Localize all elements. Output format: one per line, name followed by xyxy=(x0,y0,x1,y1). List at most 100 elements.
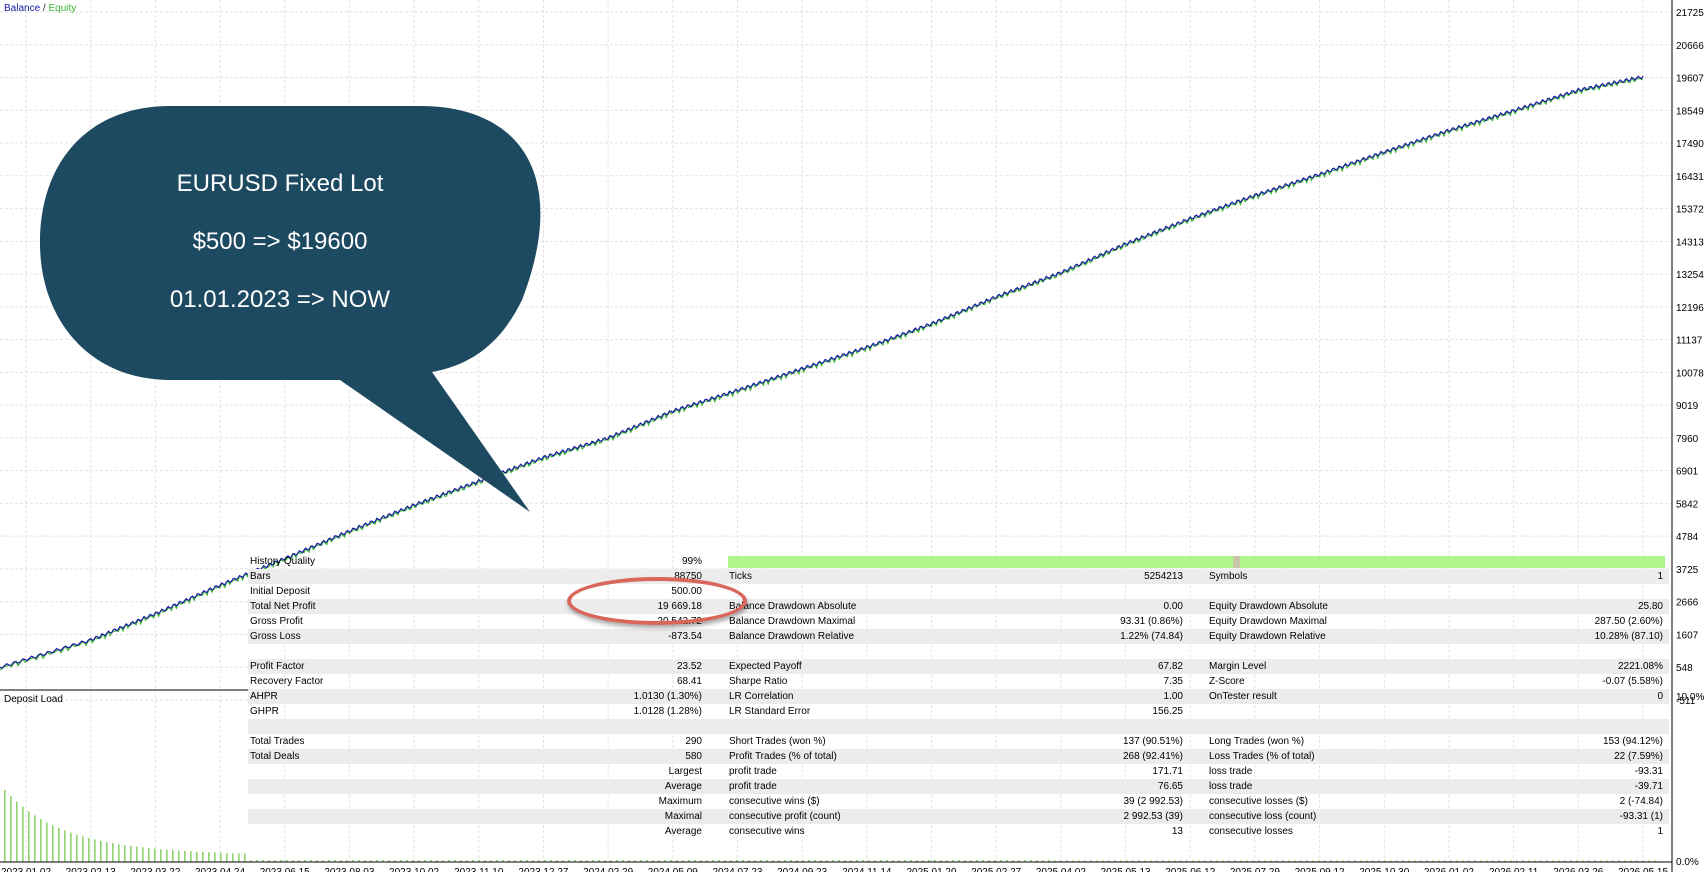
x-tick-label: 2025.09.12 xyxy=(1295,867,1345,872)
y-tick-label: 1607 xyxy=(1676,630,1699,641)
report-value-col3: 1 xyxy=(1657,571,1663,582)
report-value-col3: 10.28% (87.10) xyxy=(1594,631,1663,642)
x-tick-label: 2023.12.27 xyxy=(518,867,568,872)
deposit-load-bar xyxy=(142,847,144,862)
report-value-col2: 137 (90.51%) xyxy=(1122,736,1183,747)
report-row: Maximal consecutive profit (count) 2 992.5… xyxy=(248,809,1669,824)
report-value-col3: 2221.08% xyxy=(1617,661,1663,672)
report-row: Profit Factor 23.52 Expected Payoff 67.82 Ma… xyxy=(248,659,1669,674)
chart-legend: Balance / Equity xyxy=(4,3,76,14)
deposit-load-bar xyxy=(4,790,6,862)
deposit-load-bar xyxy=(46,822,48,862)
deposit-load-bar xyxy=(202,851,204,862)
report-value-col3: 22 (7.59%) xyxy=(1614,751,1663,762)
report-label-col3: OnTester result xyxy=(1209,691,1277,702)
report-value-col1: Average xyxy=(664,826,702,837)
deposit-load-bar xyxy=(178,850,180,862)
deposit-load-bar xyxy=(40,819,42,862)
deposit-load-bar xyxy=(196,851,198,862)
x-tick-label: 2026.03.26 xyxy=(1553,867,1603,872)
report-label-col3: Equity Drawdown Absolute xyxy=(1209,601,1328,612)
deposit-load-bar xyxy=(154,848,156,862)
report-label-col3: Equity Drawdown Maximal xyxy=(1209,616,1327,627)
y-tick-label: 6901 xyxy=(1676,467,1699,478)
report-label-col1: Initial Deposit xyxy=(250,586,311,597)
report-value-col3: 1 xyxy=(1657,826,1663,837)
deposit-load-bar xyxy=(214,852,216,862)
x-tick-label: 2025.02.27 xyxy=(971,867,1021,872)
report-label-col1: Profit Factor xyxy=(250,661,305,672)
y-tick-label: 16431 xyxy=(1676,172,1704,183)
y-tick-label: 15372 xyxy=(1676,205,1704,216)
report-value-col3: 25.80 xyxy=(1637,601,1663,612)
highlight-oval xyxy=(567,577,747,625)
y-tick-label: 20666 xyxy=(1676,41,1704,52)
report-row: GHPR 1.0128 (1.28%) LR Standard Error 156.2… xyxy=(248,704,1669,719)
x-tick-label: 2025.06.12 xyxy=(1165,867,1215,872)
y-tick-label: 18549 xyxy=(1676,106,1704,117)
report-row: Total Deals 580 Profit Trades (% of total)… xyxy=(248,749,1669,764)
y-tick-label: 7960 xyxy=(1676,434,1699,445)
y-tick-label: 10078 xyxy=(1676,368,1704,379)
report-label-col1: Total Deals xyxy=(250,751,300,762)
report-value-col1: -873.54 xyxy=(668,631,702,642)
x-tick-label: 2023.02.13 xyxy=(66,867,116,872)
legend-separator: / xyxy=(42,3,46,14)
callout-text: EURUSD Fixed Lot $500 => $19600 01.01.20… xyxy=(40,108,520,378)
deposit-load-bar xyxy=(166,849,168,862)
deposit-load-bar xyxy=(100,840,102,862)
report-label-col2: profit trade xyxy=(729,781,777,792)
report-row: Recovery Factor 68.41 Sharpe Ratio 7.35 Z-Sc… xyxy=(248,674,1669,689)
deposit-load-bar xyxy=(22,806,24,862)
y-tick-label: 4784 xyxy=(1676,532,1699,543)
x-tick-label: 2025.10.30 xyxy=(1359,867,1409,872)
legend-equity: Equity xyxy=(48,3,77,14)
report-label-col3: consecutive losses xyxy=(1209,826,1293,837)
report-value-col1: Largest xyxy=(668,766,702,777)
report-row: AHPR 1.0130 (1.30%) LR Correlation 1.00 OnTe… xyxy=(248,689,1669,704)
deposit-load-bar xyxy=(28,811,30,862)
deposit-load-bar xyxy=(190,851,192,862)
report-label-col1: Gross Loss xyxy=(250,631,301,642)
report-label-col2: profit trade xyxy=(729,766,777,777)
x-tick-label: 2023.10.02 xyxy=(389,867,439,872)
report-row: Gross Loss -873.54 Balance Drawdown Relati… xyxy=(248,629,1669,644)
deposit-load-bar xyxy=(124,845,126,862)
report-label-col1: Total Net Profit xyxy=(250,601,316,612)
report-table: History Quality 99% Bars 88750 Ticks 525421… xyxy=(248,554,1669,839)
report-value-col2: 171.71 xyxy=(1152,766,1183,777)
deposit-load-label: Deposit Load xyxy=(4,694,63,705)
report-value-col2: 76.65 xyxy=(1157,781,1183,792)
x-tick-label: 2024.05.09 xyxy=(648,867,698,872)
report-row xyxy=(248,719,1669,734)
report-value-col2: 5254213 xyxy=(1144,571,1183,582)
report-value-col1: 580 xyxy=(685,751,702,762)
report-label-col1: AHPR xyxy=(250,691,278,702)
report-value-col2: 268 (92.41%) xyxy=(1122,751,1183,762)
history-quality-value: 99% xyxy=(681,556,702,567)
report-label-col2: LR Standard Error xyxy=(729,706,811,717)
report-value-col2: 13 xyxy=(1171,826,1183,837)
deposit-load-bar xyxy=(88,838,90,862)
callout-line-1: EURUSD Fixed Lot xyxy=(176,170,384,197)
deposit-load-bar xyxy=(76,834,78,862)
deposit-load-bar xyxy=(244,853,246,862)
x-tick-label: 2025.05.13 xyxy=(1101,867,1151,872)
report-label-col3: Z-Score xyxy=(1209,676,1245,687)
report-value-col3: 2 (-74.84) xyxy=(1619,796,1663,807)
report-value-col1: 23.52 xyxy=(676,661,702,672)
report-label-col3: consecutive loss (count) xyxy=(1209,811,1317,822)
x-tick-label: 2026.01.02 xyxy=(1424,867,1474,872)
deposit-load-bar xyxy=(184,850,186,862)
x-tick-label: 2026.05.15 xyxy=(1618,867,1668,872)
x-tick-label: 2023.06.15 xyxy=(260,867,310,872)
report-value-col3: 287.50 (2.60%) xyxy=(1594,616,1663,627)
report-row: Total Trades 290 Short Trades (won %) 137 (… xyxy=(248,734,1669,749)
report-label-col3: Long Trades (won %) xyxy=(1209,736,1305,747)
report-label-col2: Short Trades (won %) xyxy=(729,736,826,747)
x-tick-label: 2023.04.24 xyxy=(195,867,245,872)
report-row: Average consecutive wins 13 consecutive los… xyxy=(248,824,1669,839)
x-tick-label: 2024.07.23 xyxy=(712,867,762,872)
y-tick-label: 19607 xyxy=(1676,74,1704,85)
report-value-col3: -0.07 (5.58%) xyxy=(1602,676,1663,687)
